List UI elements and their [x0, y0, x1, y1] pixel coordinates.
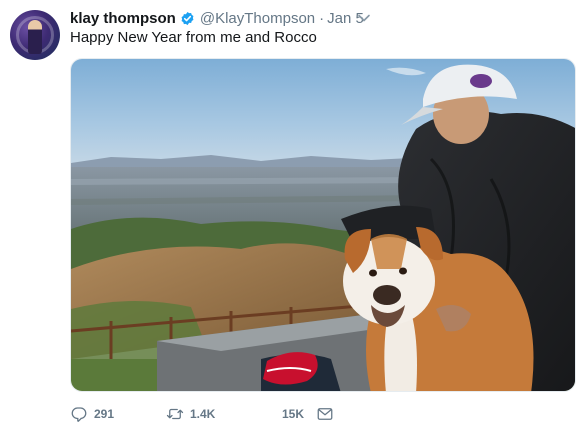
retweet-count: 1.4K: [190, 407, 216, 421]
retweet-action[interactable]: 1.4K: [166, 405, 262, 423]
tweet-text: Happy New Year from me and Rocco: [70, 29, 317, 46]
verified-badge-icon: [181, 11, 194, 25]
chevron-down-icon[interactable]: [356, 11, 372, 25]
author-handle[interactable]: @KlayThompson: [200, 10, 315, 27]
retweet-icon: [166, 408, 184, 420]
message-icon: [317, 408, 333, 420]
tweet-actions: 291 1.4K 15K: [70, 404, 334, 424]
avatar-figure: [28, 20, 42, 54]
like-count: 15K: [282, 407, 305, 421]
author-name[interactable]: klay thompson: [70, 10, 176, 27]
reply-icon: [71, 407, 87, 422]
tweet-header: klay thompson @KlayThompson · Jan 5: [70, 8, 364, 28]
message-action[interactable]: [316, 405, 334, 423]
reply-count: 291: [94, 407, 115, 421]
like-action[interactable]: 15K: [262, 407, 316, 421]
reply-action[interactable]: 291: [70, 405, 166, 423]
tweet-photo[interactable]: [70, 58, 576, 392]
dog-nose: [373, 285, 401, 305]
separator: ·: [319, 9, 325, 27]
cap-logo: [470, 74, 492, 88]
avatar[interactable]: [10, 10, 60, 60]
